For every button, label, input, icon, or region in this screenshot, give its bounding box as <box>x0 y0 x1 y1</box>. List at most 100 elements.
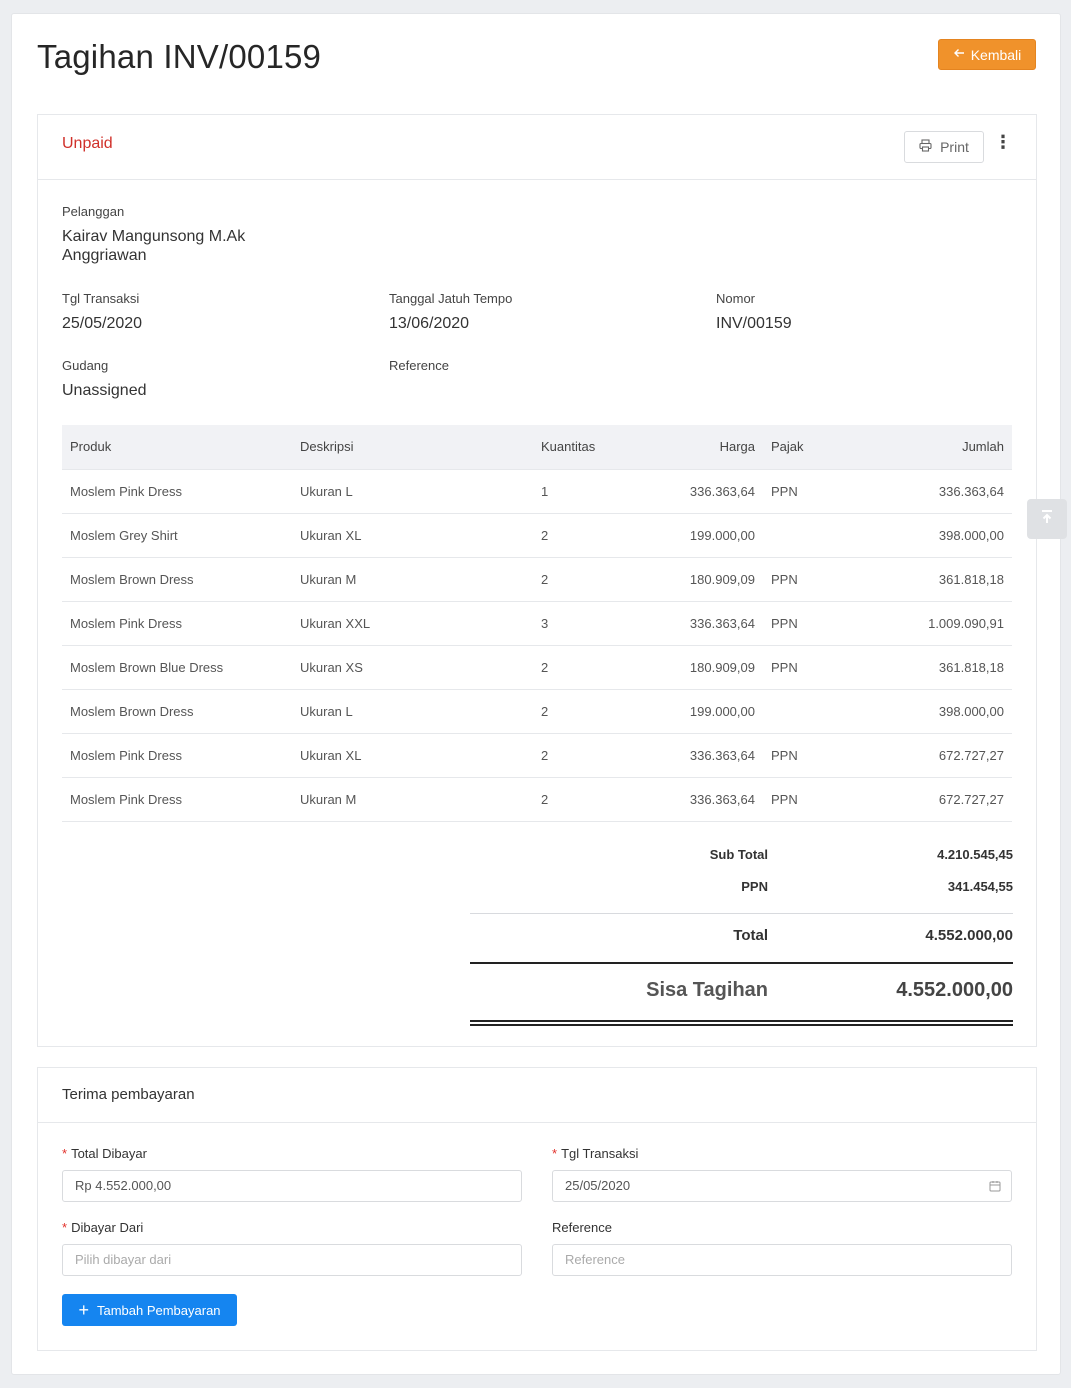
cell-jumlah: 336.363,64 <box>843 468 1012 514</box>
tgl-transaksi-value: 25/05/2020 <box>62 315 143 332</box>
subtotal-value: 4.210.545,45 <box>937 847 1013 862</box>
gudang-label: Gudang <box>62 358 109 373</box>
table-row: Moslem Brown Dress Ukuran L 2 199.000,00 398… <box>62 689 1012 734</box>
cell-jumlah: 361.818,18 <box>843 645 1012 690</box>
tgl-transaksi-payment-label-text: Tgl Transaksi <box>561 1146 639 1161</box>
table-row: Moslem Brown Dress Ukuran M 2 180.909,09 PPN… <box>62 557 1012 602</box>
pelanggan-value-line2: Anggriawan <box>62 247 147 264</box>
page-title: Tagihan INV/00159 <box>37 38 322 75</box>
dibayar-dari-label: * Dibayar Dari <box>62 1220 143 1235</box>
back-button[interactable]: Kembali <box>938 39 1036 70</box>
cell-harga: 336.363,64 <box>633 733 763 778</box>
jatuh-tempo-label: Tanggal Jatuh Tempo <box>389 291 513 306</box>
total-dibayar-input[interactable]: Rp 4.552.000,00 <box>62 1170 522 1202</box>
table-row: Moslem Pink Dress Ukuran XXL 3 336.363,64 PP… <box>62 601 1012 646</box>
jatuh-tempo-value: 13/06/2020 <box>389 315 470 332</box>
cell-pajak: PPN <box>763 468 843 514</box>
status-badge: Unpaid <box>62 135 113 152</box>
subtotal-row: Sub Total 4.210.545,45 <box>470 835 1013 867</box>
col-header-deskripsi: Deskripsi <box>300 439 354 455</box>
reference-payment-label: Reference <box>552 1220 612 1235</box>
tambah-pembayaran-label: Tambah Pembayaran <box>96 1302 221 1318</box>
table-row: Moslem Brown Blue Dress Ukuran XS 2 180.909… <box>62 645 1012 690</box>
payment-card-title: Terima pembayaran <box>62 1086 195 1103</box>
col-header-pajak: Pajak <box>771 439 804 455</box>
cell-kuantitas: 1 <box>533 468 633 514</box>
invoice-card: Unpaid Print ⋮ Pelanggan Kairav Mangunso… <box>37 114 1067 1047</box>
total-row: Total 4.552.000,00 <box>470 914 1013 962</box>
print-button[interactable]: Print <box>904 131 984 163</box>
table-row: Moslem Grey Shirt Ukuran XL 2 199.000,00 398… <box>62 513 1012 558</box>
tgl-transaksi-payment-label: * Tgl Transaksi <box>552 1146 638 1161</box>
gudang-value: Unassigned <box>62 382 147 399</box>
cell-harga: 199.000,00 <box>633 689 763 734</box>
cell-kuantitas: 2 <box>533 777 633 822</box>
required-mark: * <box>62 1220 68 1235</box>
subtotal-label: Sub Total <box>709 847 768 862</box>
cell-produk: Moslem Grey Shirt <box>62 513 292 558</box>
cell-kuantitas: 2 <box>533 645 633 690</box>
pelanggan-label: Pelanggan <box>62 204 125 219</box>
print-button-label: Print <box>940 139 969 155</box>
col-header-kuantitas: Kuantitas <box>541 439 596 455</box>
cell-jumlah: 672.727,27 <box>843 777 1012 822</box>
totals-section: Sub Total 4.210.545,45 PPN 341.454,55 To… <box>470 835 1013 1026</box>
total-dibayar-label: * Total Dibayar <box>62 1146 147 1161</box>
printer-icon <box>919 139 932 155</box>
double-divider <box>470 1020 1013 1026</box>
dibayar-dari-select[interactable]: Pilih dibayar dari <box>62 1244 522 1276</box>
cell-kuantitas: 2 <box>533 557 633 602</box>
cell-pajak: PPN <box>763 557 843 602</box>
cell-deskripsi: Ukuran L <box>292 689 533 734</box>
total-label: Total <box>733 927 768 944</box>
reference-label: Reference <box>389 358 449 373</box>
cell-harga: 180.909,09 <box>633 557 763 602</box>
tgl-transaksi-date-input[interactable]: 25/05/2020 <box>552 1170 1012 1202</box>
table-header-row: Produk Deskripsi Kuantitas Harga Pajak J… <box>62 425 1012 469</box>
cell-produk: Moslem Pink Dress <box>62 733 292 778</box>
dibayar-dari-label-text: Dibayar Dari <box>71 1220 144 1235</box>
total-value: 4.552.000,00 <box>925 927 1013 944</box>
table-row: Moslem Pink Dress Ukuran M 2 336.363,64 PPN 6… <box>62 777 1012 822</box>
total-dibayar-label-text: Total Dibayar <box>71 1146 147 1161</box>
tgl-transaksi-date-value: 25/05/2020 <box>565 1178 631 1193</box>
cell-harga: 336.363,64 <box>633 468 763 514</box>
col-header-harga: Harga <box>719 439 755 455</box>
pelanggan-value-line1: Kairav Mangunsong M.Ak <box>62 228 246 245</box>
nomor-label: Nomor <box>716 291 756 306</box>
cell-deskripsi: Ukuran M <box>292 777 533 822</box>
cell-kuantitas: 2 <box>533 733 633 778</box>
cell-deskripsi: Ukuran XL <box>292 513 533 558</box>
cell-kuantitas: 2 <box>533 689 633 734</box>
cell-jumlah: 1.009.090,91 <box>843 601 1012 646</box>
cell-kuantitas: 3 <box>533 601 633 646</box>
cell-harga: 336.363,64 <box>633 601 763 646</box>
cell-harga: 336.363,64 <box>633 777 763 822</box>
cell-pajak: PPN <box>763 645 843 690</box>
cell-produk: Moslem Pink Dress <box>62 468 292 514</box>
col-header-produk: Produk <box>70 439 112 455</box>
cell-pajak <box>763 513 843 558</box>
payment-card: Terima pembayaran * Total Dibayar Rp 4.55… <box>37 1067 1037 1351</box>
required-mark: * <box>62 1146 68 1161</box>
cell-pajak: PPN <box>763 601 843 646</box>
scroll-to-top-button[interactable] <box>1027 499 1067 539</box>
col-header-jumlah: Jumlah <box>962 439 1004 455</box>
payment-card-header: Terima pembayaran <box>38 1068 1036 1123</box>
reference-input[interactable]: Reference <box>552 1244 1012 1276</box>
tgl-transaksi-label: Tgl Transaksi <box>62 291 140 306</box>
cell-kuantitas: 2 <box>533 513 633 558</box>
cell-produk: Moslem Brown Blue Dress <box>62 645 292 690</box>
sisa-tagihan-label: Sisa Tagihan <box>646 979 768 1001</box>
cell-harga: 199.000,00 <box>633 513 763 558</box>
tambah-pembayaran-button[interactable]: + Tambah Pembayaran <box>62 1294 237 1326</box>
more-vertical-icon[interactable]: ⋮ <box>994 131 1012 155</box>
ppn-label: PPN <box>741 879 768 894</box>
cell-produk: Moslem Pink Dress <box>62 601 292 646</box>
cell-jumlah: 361.818,18 <box>843 557 1012 602</box>
cell-jumlah: 398.000,00 <box>843 689 1012 734</box>
cell-deskripsi: Ukuran XXL <box>292 601 533 646</box>
cell-jumlah: 672.727,27 <box>843 733 1012 778</box>
cell-pajak: PPN <box>763 777 843 822</box>
arrow-left-icon <box>953 47 965 62</box>
